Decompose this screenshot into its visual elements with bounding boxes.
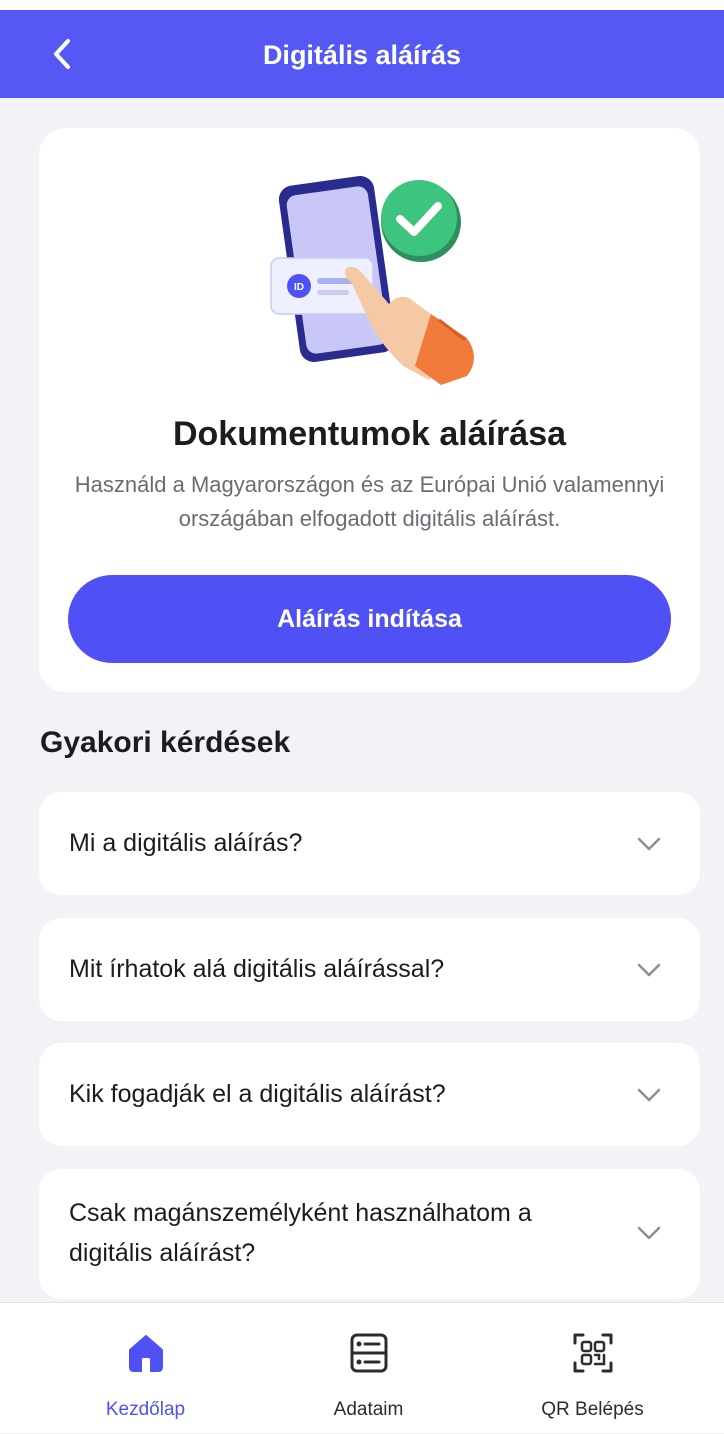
tab-label: QR Belépés <box>541 1399 644 1420</box>
qr-scan-icon <box>573 1333 612 1373</box>
tab-qr-login[interactable]: QR Belépés <box>472 1303 713 1434</box>
chevron-down-icon <box>637 1226 661 1240</box>
faq-item-who-accepts[interactable]: Kik fogadják el a digitális aláírást? <box>39 1043 700 1146</box>
faq-question: Mi a digitális aláírás? <box>69 829 303 857</box>
home-icon <box>128 1335 163 1372</box>
phone-signing-illustration: ID <box>270 175 474 385</box>
svg-text:ID: ID <box>294 282 304 293</box>
app-header: Digitális aláírás <box>0 0 724 98</box>
status-bar-strip <box>0 0 724 10</box>
bottom-tab-bar: Kezdőlap Adataim QR Belépés <box>0 1302 724 1433</box>
hero-title: Dokumentumok aláírása <box>172 415 567 453</box>
faq-heading: Gyakori kérdések <box>40 726 291 759</box>
faq-question: Mit írhatok alá digitális aláírással? <box>69 955 445 983</box>
tab-my-data[interactable]: Adataim <box>248 1303 489 1434</box>
chevron-down-icon <box>637 1088 661 1102</box>
tab-home[interactable]: Kezdőlap <box>25 1303 266 1434</box>
page-title: Digitális aláírás <box>262 40 462 70</box>
faq-item-private-only[interactable]: Csak magánszemélyként használhatom a dig… <box>39 1169 700 1299</box>
tab-label: Adataim <box>333 1399 404 1420</box>
start-signing-button[interactable]: Aláírás indítása <box>68 575 671 663</box>
id-card-icon <box>350 1333 387 1373</box>
faq-question: Csak magánszemélyként használhatom a dig… <box>69 1199 532 1267</box>
faq-item-what-can-sign[interactable]: Mit írhatok alá digitális aláírással? <box>39 918 700 1021</box>
chevron-down-icon <box>637 837 661 851</box>
signature-intro-card: ID Dokumentumok aláírása Használd a Magy… <box>39 128 700 692</box>
hero-description: Használd a Magyarországon és az Európai … <box>74 472 665 531</box>
chevron-down-icon <box>637 963 661 977</box>
faq-question: Kik fogadják el a digitális aláírást? <box>69 1080 446 1108</box>
tab-label: Kezdőlap <box>105 1399 186 1420</box>
faq-item-what-is[interactable]: Mi a digitális aláírás? <box>39 792 700 895</box>
